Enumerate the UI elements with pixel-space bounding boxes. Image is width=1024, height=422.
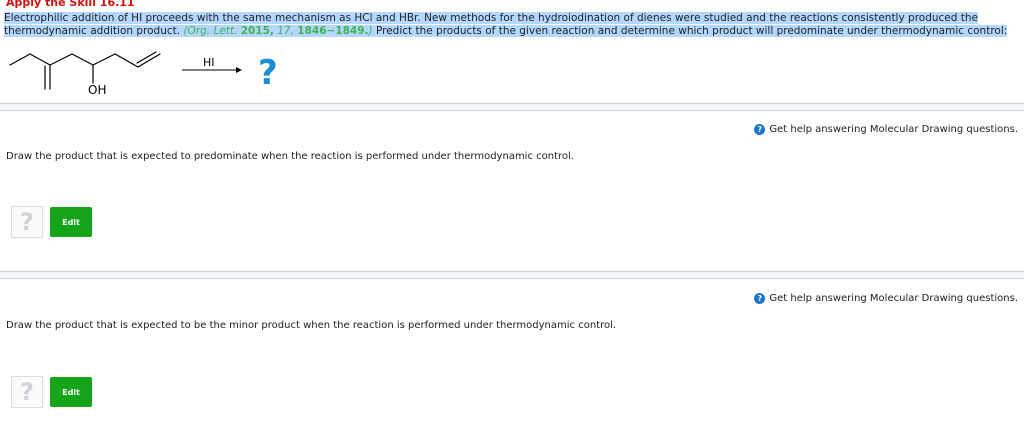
question-prompt-1: Draw the product that is expected to pre…	[6, 151, 574, 162]
question-prompt-2: Draw the product that is expected to be …	[6, 320, 617, 331]
answer-drawing-box-1[interactable]: ?	[11, 206, 43, 238]
ref-journal: (Org. Lett.	[183, 25, 238, 37]
intro-line-2-pre: thermodynamic addition product.	[4, 25, 184, 37]
section-divider-2	[0, 271, 1024, 279]
intro-line-2-post: Predict the products of the given reacti…	[372, 25, 1008, 37]
reaction-scheme: OH HI ?	[9, 51, 278, 97]
edit-button-2[interactable]: Edit	[50, 377, 92, 407]
empty-answer-icon: ?	[20, 208, 34, 236]
answer-drawing-box-2[interactable]: ?	[11, 376, 43, 408]
diene-structure	[9, 51, 161, 90]
product-question-mark: ?	[258, 53, 278, 93]
ref-volume: 17,	[277, 25, 294, 37]
help-link-1[interactable]: ? Get help answering Molecular Drawing q…	[754, 124, 1018, 135]
intro-text: Electrophilic addition of HI proceeds wi…	[4, 12, 1024, 38]
oh-label: OH	[88, 83, 106, 97]
skill-title: Apply the Skill 16.11	[6, 0, 135, 9]
ref-year: 2015,	[240, 25, 274, 37]
intro-line-2: thermodynamic addition product. (Org. Le…	[4, 25, 1008, 37]
intro-line-1: Electrophilic addition of HI proceeds wi…	[4, 12, 978, 24]
ref-pages: 1846−1849.	[297, 25, 369, 37]
help-link-2[interactable]: ? Get help answering Molecular Drawing q…	[754, 293, 1018, 304]
help-link-label: Get help answering Molecular Drawing que…	[769, 124, 1018, 135]
edit-button-1[interactable]: Edit	[50, 207, 92, 237]
section-divider-1	[0, 103, 1024, 111]
reagent-label: HI	[203, 56, 215, 69]
help-question-icon: ?	[754, 124, 766, 135]
help-question-icon: ?	[754, 293, 766, 304]
help-link-label: Get help answering Molecular Drawing que…	[769, 293, 1018, 304]
empty-answer-icon: ?	[20, 378, 34, 406]
arrow-head-icon	[236, 67, 242, 73]
